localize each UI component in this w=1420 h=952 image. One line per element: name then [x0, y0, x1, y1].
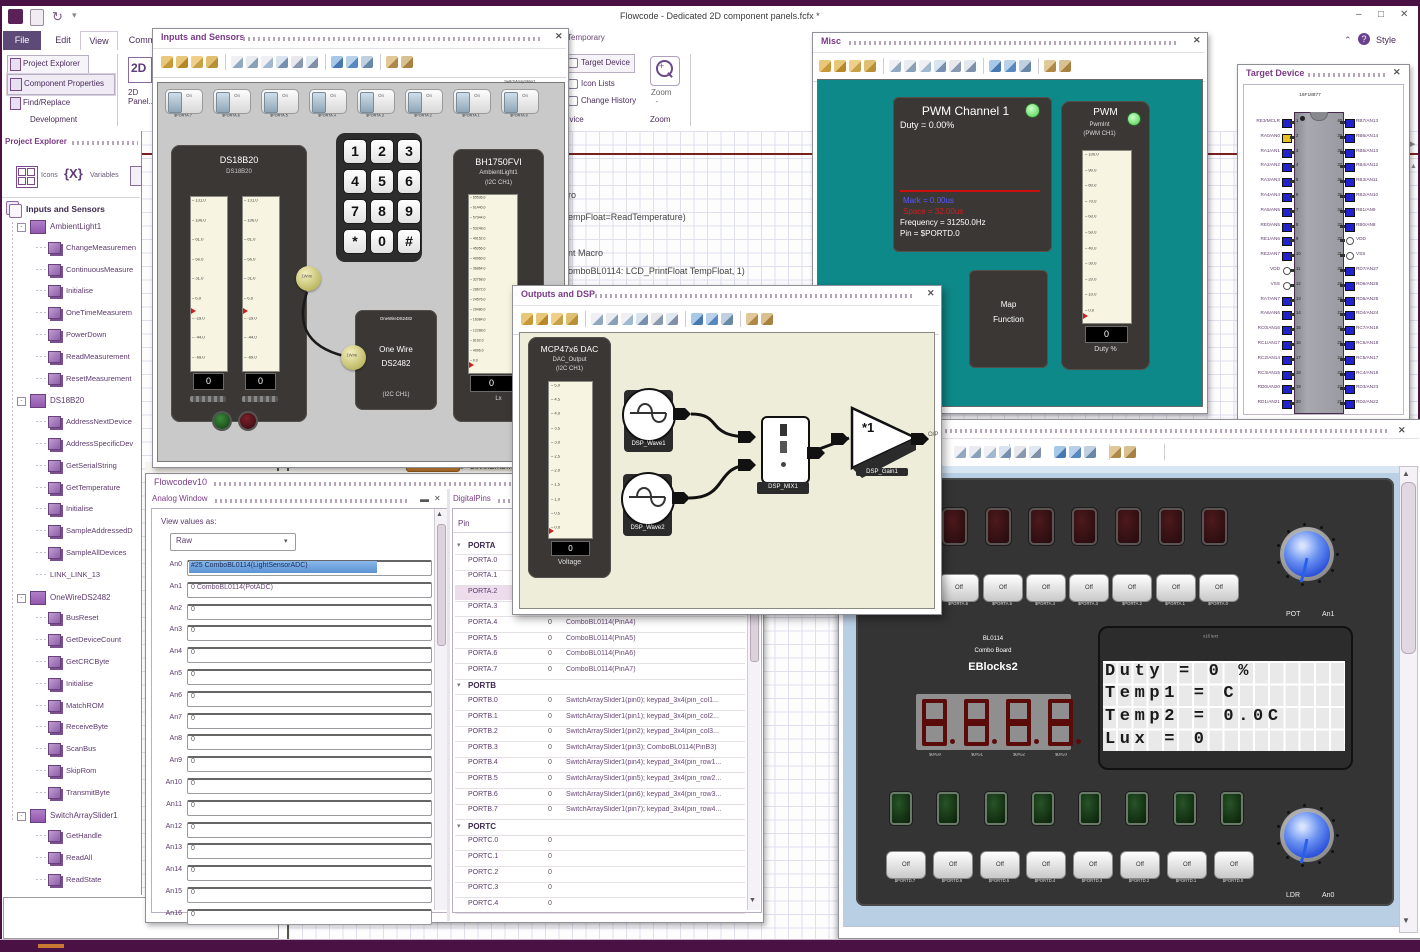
svg-text:*1: *1: [862, 420, 874, 435]
